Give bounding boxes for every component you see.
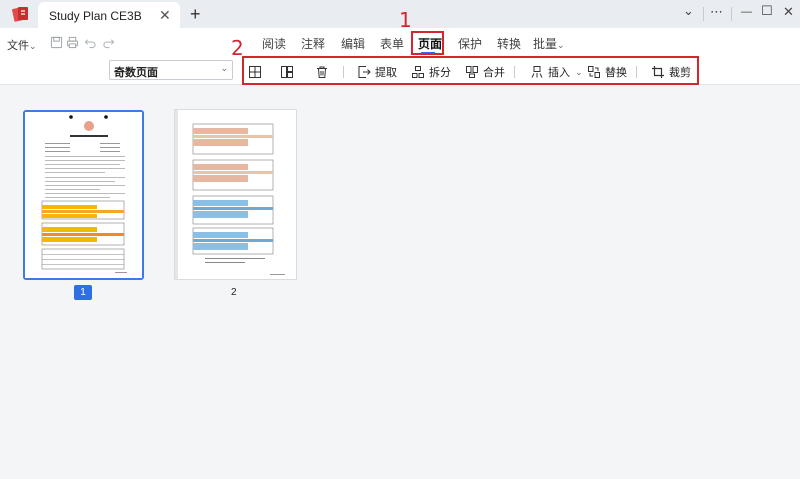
page-filter-value: 奇数页面: [114, 67, 158, 79]
file-menu[interactable]: 文件⌄: [7, 37, 37, 53]
chevron-down-icon[interactable]: ⌄: [683, 3, 694, 19]
page-thumbnail-1[interactable]: [23, 110, 144, 280]
page-filter-select[interactable]: 奇数页面 ⌄: [109, 60, 233, 80]
annotation-number-1: 1: [399, 8, 412, 32]
document-tab[interactable]: Study Plan CE3B ✕: [38, 2, 180, 28]
print-icon[interactable]: [66, 36, 79, 49]
new-tab-button[interactable]: +: [190, 4, 201, 25]
app-logo-icon: [12, 7, 28, 22]
undo-icon[interactable]: [84, 36, 97, 49]
page-thumbnail-2[interactable]: [174, 109, 297, 280]
save-icon[interactable]: [50, 36, 63, 49]
tab-form[interactable]: 表单: [380, 35, 404, 52]
tab-edit[interactable]: 编辑: [341, 35, 365, 52]
page-number-label-2: 2: [231, 287, 237, 298]
page-number-badge-1: 1: [74, 285, 92, 300]
more-icon[interactable]: ⋯: [710, 4, 723, 20]
page-1-preview: [25, 112, 142, 278]
tab-batch-label: 批量: [533, 37, 558, 51]
minimize-button[interactable]: —: [741, 6, 752, 18]
tab-title: Study Plan CE3B: [49, 9, 142, 23]
tab-annotate[interactable]: 注释: [301, 35, 325, 52]
tab-protect[interactable]: 保护: [458, 35, 482, 52]
chevron-down-icon: ⌄: [220, 63, 228, 73]
annotation-box-2: [242, 56, 699, 85]
divider: [703, 7, 704, 21]
annotation-box-1: [411, 31, 444, 55]
file-menu-label: 文件: [7, 40, 29, 52]
redo-icon[interactable]: [102, 36, 115, 49]
close-tab-icon[interactable]: ✕: [159, 7, 171, 24]
page-2-preview: [175, 110, 296, 279]
chevron-down-icon: ⌄: [557, 40, 565, 50]
close-window-button[interactable]: ✕: [783, 4, 794, 20]
ribbon-bar: 文件⌄ 阅读 注释 编辑 表单 页面 保护 转换 批量⌄: [0, 28, 800, 58]
chevron-down-icon: ⌄: [29, 41, 37, 51]
tab-convert[interactable]: 转换: [497, 35, 521, 52]
tab-read[interactable]: 阅读: [262, 35, 286, 52]
tab-batch[interactable]: 批量⌄: [533, 35, 565, 52]
maximize-button[interactable]: ☐: [761, 3, 773, 19]
divider: [731, 7, 732, 21]
